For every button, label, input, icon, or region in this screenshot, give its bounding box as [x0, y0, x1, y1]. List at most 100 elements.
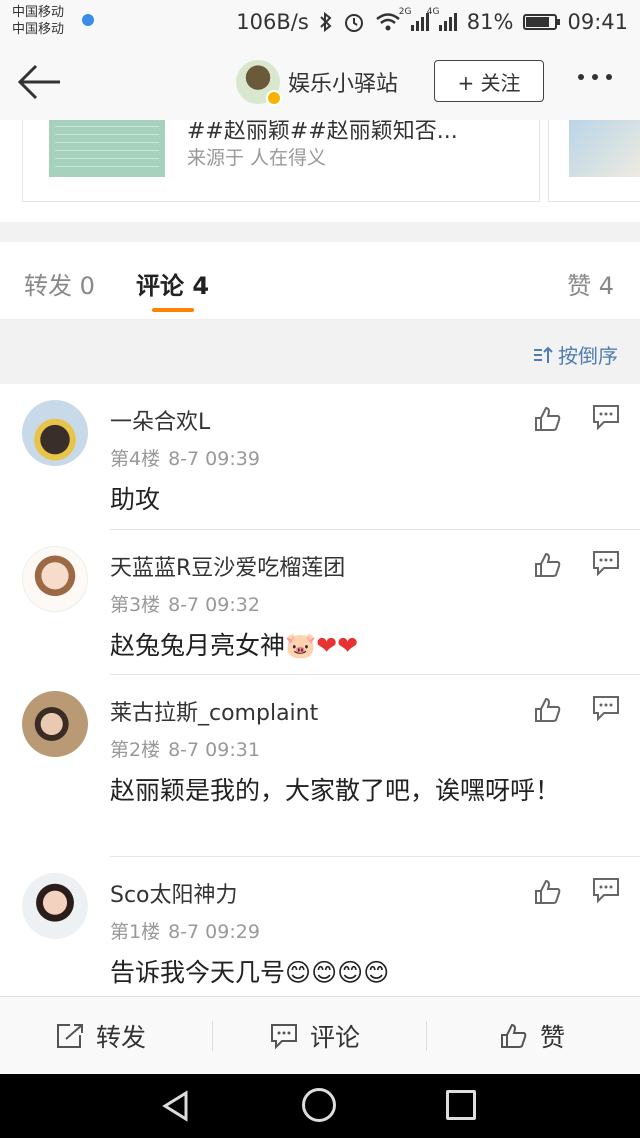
avatar[interactable]: [22, 546, 88, 612]
repost-card[interactable]: ##赵丽颖##赵丽颖知否... 来源于 人在得义: [22, 120, 540, 202]
battery-icon: [523, 14, 561, 30]
card-source: 来源于 人在得义: [187, 147, 327, 169]
wifi-icon: [375, 13, 400, 31]
comment-text-body: 赵兔兔月亮女神: [110, 631, 286, 660]
signal-icon: 4G: [427, 7, 457, 31]
comment-item: 天蓝蓝R豆沙爱吃榴莲团 第3楼 8-7 09:32 赵兔兔月亮女神🐷❤❤: [0, 530, 640, 675]
comment-text-body: 告诉我今天几号: [110, 958, 286, 987]
like-button[interactable]: 赞: [500, 997, 565, 1075]
like-icon[interactable]: [534, 879, 562, 905]
account-avatar[interactable]: [236, 60, 282, 106]
more-dots-icon: [592, 74, 598, 80]
more-dots-icon: [578, 74, 584, 80]
comment-author[interactable]: 莱古拉斯_complaint: [110, 695, 318, 727]
repost-button[interactable]: 转发: [56, 997, 146, 1075]
more-button[interactable]: [578, 74, 612, 80]
comment-time: 8-7 09:39: [168, 448, 260, 470]
card-title: ##赵丽颖##赵丽颖知否...: [187, 120, 458, 144]
account-name[interactable]: 娱乐小驿站: [288, 66, 398, 98]
alarm-icon: [344, 14, 363, 32]
card-thumbnail: [569, 120, 640, 177]
pig-emoji: 🐷: [285, 631, 317, 660]
comment-text: 助攻: [110, 485, 161, 514]
reply-icon[interactable]: [592, 695, 620, 721]
follow-button[interactable]: + 关注: [434, 60, 544, 102]
comment-list: 一朵合欢L 第4楼 8-7 09:39 助攻 天蓝蓝R豆沙爱吃榴莲团 第3楼 8-7…: [0, 384, 640, 996]
tab-like[interactable]: 赞 4: [567, 266, 614, 301]
like-icon: [501, 1023, 527, 1048]
status-bar: 中国移动 中国移动 106B/s 2G 4G 81% 09:41: [0, 0, 640, 44]
comment-floor: 第4楼: [110, 448, 161, 470]
status-icons: 106B/s 2G 4G 81% 09:41: [236, 6, 628, 38]
comment-time: 8-7 09:31: [168, 739, 260, 761]
section-gap: [0, 222, 640, 242]
repost-card-2[interactable]: [548, 120, 640, 202]
tab-active-indicator: [152, 308, 194, 312]
comment-item: 一朵合欢L 第4楼 8-7 09:39 助攻: [0, 384, 640, 530]
tab-comment[interactable]: 评论 4: [136, 266, 209, 301]
divider: [426, 1021, 427, 1051]
comment-item: Sco太阳神力 第1楼 8-7 09:29 告诉我今天几号😊😊😊😊: [0, 857, 640, 996]
reply-icon[interactable]: [592, 877, 620, 903]
comment-meta: 第3楼 8-7 09:32: [110, 590, 260, 617]
comment-text: 赵丽颖是我的，大家散了吧，诶嘿呀呼！: [110, 776, 561, 805]
comment-author[interactable]: Sco太阳神力: [110, 877, 238, 909]
sort-icon: [534, 346, 553, 363]
repost-icon: [57, 1024, 83, 1048]
comment-text: 赵兔兔月亮女神🐷❤❤: [110, 628, 590, 664]
clock: 09:41: [567, 10, 628, 34]
sort-bar: 按倒序: [0, 320, 640, 384]
repost-card-strip: ##赵丽颖##赵丽颖知否... 来源于 人在得义: [0, 120, 640, 222]
nav-bar: 娱乐小驿站 + 关注: [0, 44, 640, 120]
comment-author[interactable]: 天蓝蓝R豆沙爱吃榴莲团: [110, 550, 345, 582]
back-button[interactable]: [14, 62, 62, 102]
comment-icon: [271, 1024, 297, 1049]
comment-floor: 第2楼: [110, 739, 161, 761]
net-speed: 106B/s: [236, 10, 309, 34]
comment-item: 莱古拉斯_complaint 第2楼 8-7 09:31 赵丽颖是我的，大家散了吧…: [0, 675, 640, 857]
like-icon[interactable]: [534, 406, 562, 432]
like-icon[interactable]: [534, 552, 562, 578]
hd-badge-icon: [82, 14, 94, 26]
arrow-left-icon: [17, 64, 60, 100]
action-bar: 转发 评论 赞: [0, 996, 640, 1074]
battery-percent: 81%: [466, 10, 514, 34]
carrier-1: 中国移动: [12, 5, 65, 20]
signal-2g-label: 2G: [398, 7, 412, 17]
tab-repost[interactable]: 转发 0: [24, 266, 95, 301]
comment-floor: 第1楼: [110, 921, 161, 943]
comment-meta: 第1楼 8-7 09:29: [110, 917, 260, 944]
home-circle-icon[interactable]: [302, 1088, 336, 1122]
sort-button[interactable]: 按倒序: [532, 340, 618, 369]
comment-label: 评论: [310, 1023, 361, 1052]
avatar[interactable]: [22, 691, 88, 757]
comment-time: 8-7 09:32: [168, 594, 260, 616]
repost-label: 转发: [96, 1023, 147, 1052]
bluetooth-icon: [320, 11, 332, 33]
carrier-labels: 中国移动 中国移动: [12, 4, 64, 38]
system-nav-bar: [0, 1074, 640, 1138]
verified-badge-icon: [266, 90, 282, 106]
comment-text: 告诉我今天几号😊😊😊😊: [110, 955, 590, 991]
smile-emoji: 😊😊😊😊: [285, 958, 390, 987]
divider: [212, 1021, 213, 1051]
tab-bar: 转发 0 评论 4 赞 4: [0, 242, 640, 320]
like-icon[interactable]: [534, 697, 562, 723]
recent-square-icon[interactable]: [446, 1090, 476, 1120]
like-label: 赞: [540, 1023, 566, 1052]
more-dots-icon: [606, 74, 612, 80]
card-thumbnail: [49, 120, 165, 177]
comment-button[interactable]: 评论: [270, 997, 360, 1075]
comment-meta: 第2楼 8-7 09:31: [110, 735, 260, 762]
reply-icon[interactable]: [592, 404, 620, 430]
carrier-2: 中国移动: [12, 22, 65, 37]
back-triangle-icon[interactable]: [160, 1090, 192, 1122]
heart-emoji: ❤❤: [316, 631, 359, 660]
reply-icon[interactable]: [592, 550, 620, 576]
avatar[interactable]: [22, 873, 88, 939]
comment-floor: 第3楼: [110, 594, 161, 616]
comment-time: 8-7 09:29: [168, 921, 260, 943]
comment-author[interactable]: 一朵合欢L: [110, 404, 210, 436]
avatar[interactable]: [22, 400, 88, 466]
signal-4g-label: 4G: [426, 7, 440, 17]
